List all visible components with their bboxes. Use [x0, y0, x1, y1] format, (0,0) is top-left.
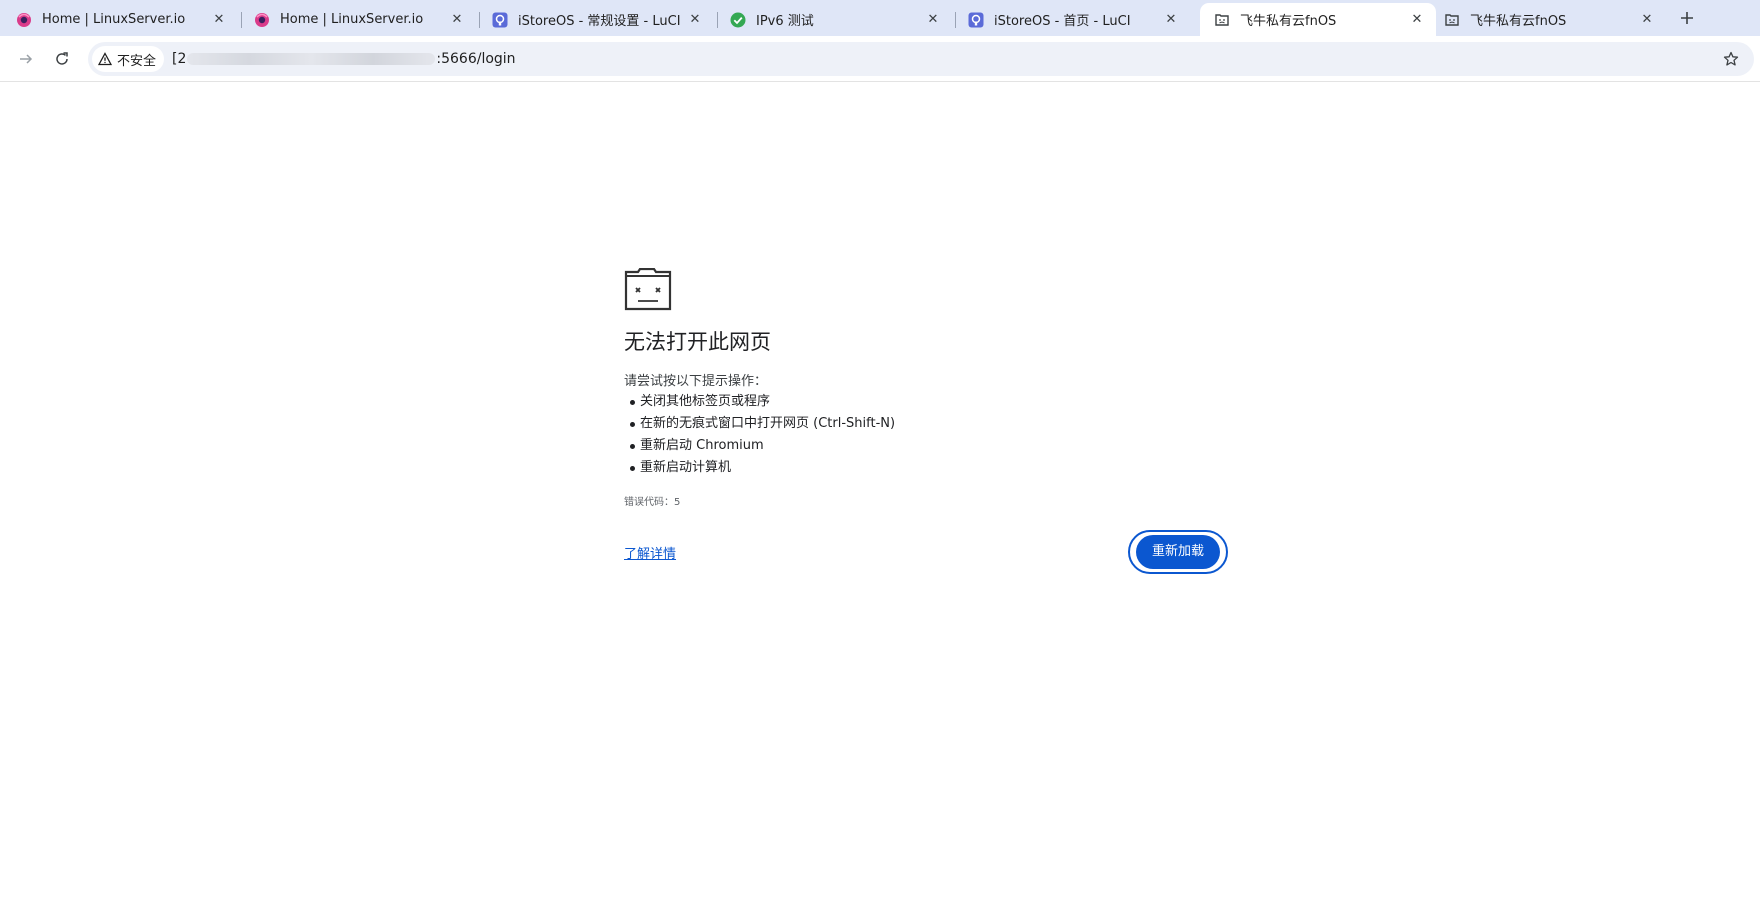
error-page: 无法打开此网页 请尝试按以下提示操作： 关闭其他标签页或程序 在新的无痕式窗口中… — [624, 267, 1228, 574]
tab-linuxserver-2[interactable]: Home | LinuxServer.io ✕ — [240, 3, 476, 36]
tab-title: 飞牛私有云fnOS — [1470, 14, 1567, 29]
sad-folder-icon — [624, 267, 672, 312]
sad-page-icon — [1214, 12, 1230, 28]
new-tab-button[interactable] — [1674, 5, 1700, 31]
learn-more-link[interactable]: 了解详情 — [624, 543, 676, 562]
forward-button[interactable] — [12, 45, 40, 73]
plus-icon — [1681, 12, 1693, 24]
istoreos-logo-icon — [492, 12, 508, 28]
close-icon[interactable]: ✕ — [922, 9, 944, 31]
tab-ipv6-test[interactable]: IPv6 测试 ✕ — [716, 3, 952, 36]
star-icon — [1723, 51, 1739, 66]
close-icon[interactable]: ✕ — [446, 9, 468, 31]
reload-page-button[interactable]: 重新加载 — [1127, 530, 1228, 574]
url-redacted — [187, 53, 436, 65]
tab-linuxserver-1[interactable]: Home | LinuxServer.io ✕ — [2, 3, 238, 36]
tab-istoreos-settings[interactable]: iStoreOS - 常规设置 - LuCI ✕ — [478, 3, 714, 36]
tab-strip: Home | LinuxServer.io ✕ Home | LinuxServ… — [0, 0, 1760, 36]
error-actions: 了解详情 重新加载 — [624, 530, 1228, 574]
arrow-right-icon — [20, 54, 33, 64]
security-label: 不安全 — [117, 53, 157, 69]
list-item: 重新启动计算机 — [624, 457, 1228, 479]
tab-title: Home | LinuxServer.io — [42, 12, 186, 27]
close-icon[interactable]: ✕ — [208, 9, 230, 31]
url-text: [2 :5666/login — [172, 51, 516, 67]
tab-istoreos-home[interactable]: iStoreOS - 首页 - LuCI ✕ — [954, 3, 1190, 36]
bookmark-button[interactable] — [1718, 46, 1744, 72]
tab-title: IPv6 测试 — [756, 14, 814, 29]
linuxserver-logo-icon — [16, 12, 32, 28]
address-bar[interactable]: 不安全 [2 :5666/login — [88, 42, 1754, 76]
reload-button[interactable] — [48, 45, 76, 73]
close-icon[interactable]: ✕ — [684, 9, 706, 31]
close-icon[interactable]: ✕ — [1160, 9, 1182, 31]
error-code: 错误代码：5 — [624, 497, 681, 508]
close-icon[interactable]: ✕ — [1636, 9, 1658, 31]
tab-fnos-active[interactable]: 飞牛私有云fnOS ✕ — [1200, 3, 1436, 36]
istoreos-logo-icon — [968, 12, 984, 28]
tab-title: iStoreOS - 首页 - LuCI — [994, 14, 1131, 29]
list-item: 在新的无痕式窗口中打开网页 (Ctrl-Shift-N) — [624, 413, 1228, 435]
tab-fnos[interactable]: 飞牛私有云fnOS ✕ — [1430, 3, 1666, 36]
tab-title: iStoreOS - 常规设置 - LuCI — [518, 14, 681, 29]
green-check-icon — [730, 12, 746, 28]
reload-label: 重新加载 — [1135, 535, 1220, 569]
list-item: 关闭其他标签页或程序 — [624, 391, 1228, 413]
tab-title: 飞牛私有云fnOS — [1240, 14, 1337, 29]
suggestion-intro: 请尝试按以下提示操作： — [624, 374, 768, 389]
tab-title: Home | LinuxServer.io — [280, 12, 424, 27]
suggestion-list: 关闭其他标签页或程序 在新的无痕式窗口中打开网页 (Ctrl-Shift-N) … — [624, 391, 1228, 479]
error-title: 无法打开此网页 — [624, 330, 771, 354]
security-chip[interactable]: 不安全 — [92, 46, 165, 72]
list-item: 重新启动 Chromium — [624, 435, 1228, 457]
warning-icon — [98, 52, 112, 66]
refresh-icon — [56, 52, 68, 65]
linuxserver-logo-icon — [254, 12, 270, 28]
url-suffix: :5666/login — [436, 51, 516, 67]
url-prefix: [2 — [172, 51, 187, 67]
browser-toolbar: 不安全 [2 :5666/login — [0, 36, 1760, 82]
close-icon[interactable]: ✕ — [1406, 9, 1428, 31]
sad-page-icon — [1444, 12, 1460, 28]
